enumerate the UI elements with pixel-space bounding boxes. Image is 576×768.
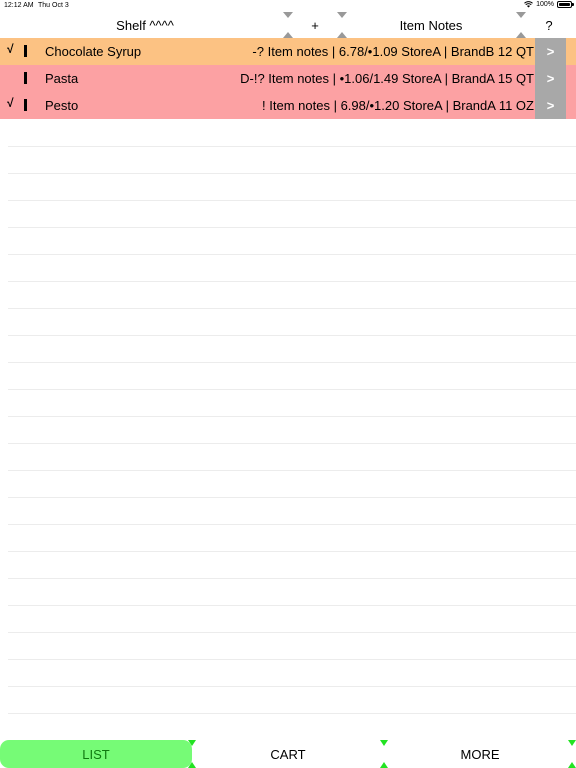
row-detail-button[interactable]: > [535,65,566,92]
list-item[interactable]: √ Chocolate Syrup -? Item notes | 6.78/•… [0,38,576,65]
battery-icon [557,1,574,8]
ruled-line [8,524,576,525]
ruled-line [8,308,576,309]
triangle-down-icon [337,12,347,18]
ruled-line [8,497,576,498]
add-item-button[interactable]: + [290,12,340,38]
ruled-line [8,254,576,255]
help-button[interactable]: ? [522,12,576,38]
header-bar: Shelf ^^^^ + Item Notes ? [0,12,576,38]
battery-percent: 100% [536,1,554,8]
ruled-line [8,281,576,282]
ruled-line [8,146,576,147]
ruled-line [8,686,576,687]
item-notes: -? Item notes | 6.78/•1.09 StoreA | Bran… [252,44,534,59]
triangle-down-icon [568,740,576,746]
item-notes: ! Item notes | 6.98/•1.20 StoreA | Brand… [262,98,534,113]
list-item[interactable]: √ Pesto ! Item notes | 6.98/•1.20 StoreA… [0,92,576,119]
item-list: √ Chocolate Syrup -? Item notes | 6.78/•… [0,38,576,119]
checkmark-icon[interactable]: √ [7,42,14,56]
triangle-up-icon [380,762,388,768]
checkmark-icon[interactable]: √ [7,96,14,110]
ruled-line [8,713,576,714]
row-detail-button[interactable]: > [535,38,566,65]
item-marker-bar [24,72,27,84]
status-date: Thu Oct 3 [38,2,69,9]
row-detail-button[interactable]: > [535,92,566,119]
item-notes-button[interactable]: Item Notes [340,12,522,38]
ruled-line [8,362,576,363]
list-item[interactable]: Pasta D-!? Item notes | •1.06/1.49 Store… [0,65,576,92]
ruled-line [8,227,576,228]
ruled-line [8,605,576,606]
ruled-line [8,470,576,471]
ruled-line [8,551,576,552]
ruled-line [8,173,576,174]
ruled-line [8,200,576,201]
triangle-down-icon [380,740,388,746]
ruled-line [8,443,576,444]
item-notes: D-!? Item notes | •1.06/1.49 StoreA | Br… [240,71,534,86]
tab-more[interactable]: MORE [384,740,576,768]
status-time: 12:12 AM [4,2,34,9]
triangle-down-icon [188,740,196,746]
status-bar: 12:12 AM Thu Oct 3 100% [0,0,576,12]
item-name: Pesto [45,98,79,113]
item-name: Pasta [45,71,79,86]
triangle-up-icon [188,762,196,768]
tab-bar: LIST CART MORE [0,740,576,768]
wifi-icon [524,1,533,8]
ruled-line [8,389,576,390]
ruled-line [8,632,576,633]
ruled-line [8,659,576,660]
ruled-line [8,578,576,579]
status-indicators: 100% [524,1,574,8]
item-marker-bar [24,45,27,57]
ruled-line [8,335,576,336]
triangle-down-icon [283,12,293,18]
ruled-line [8,416,576,417]
item-marker-bar [24,99,27,111]
shelf-sort-button[interactable]: Shelf ^^^^ [0,12,290,38]
tab-list[interactable]: LIST [0,740,192,768]
tab-cart[interactable]: CART [192,740,384,768]
triangle-up-icon [568,762,576,768]
item-name: Chocolate Syrup [45,44,142,59]
triangle-down-icon [516,12,526,18]
